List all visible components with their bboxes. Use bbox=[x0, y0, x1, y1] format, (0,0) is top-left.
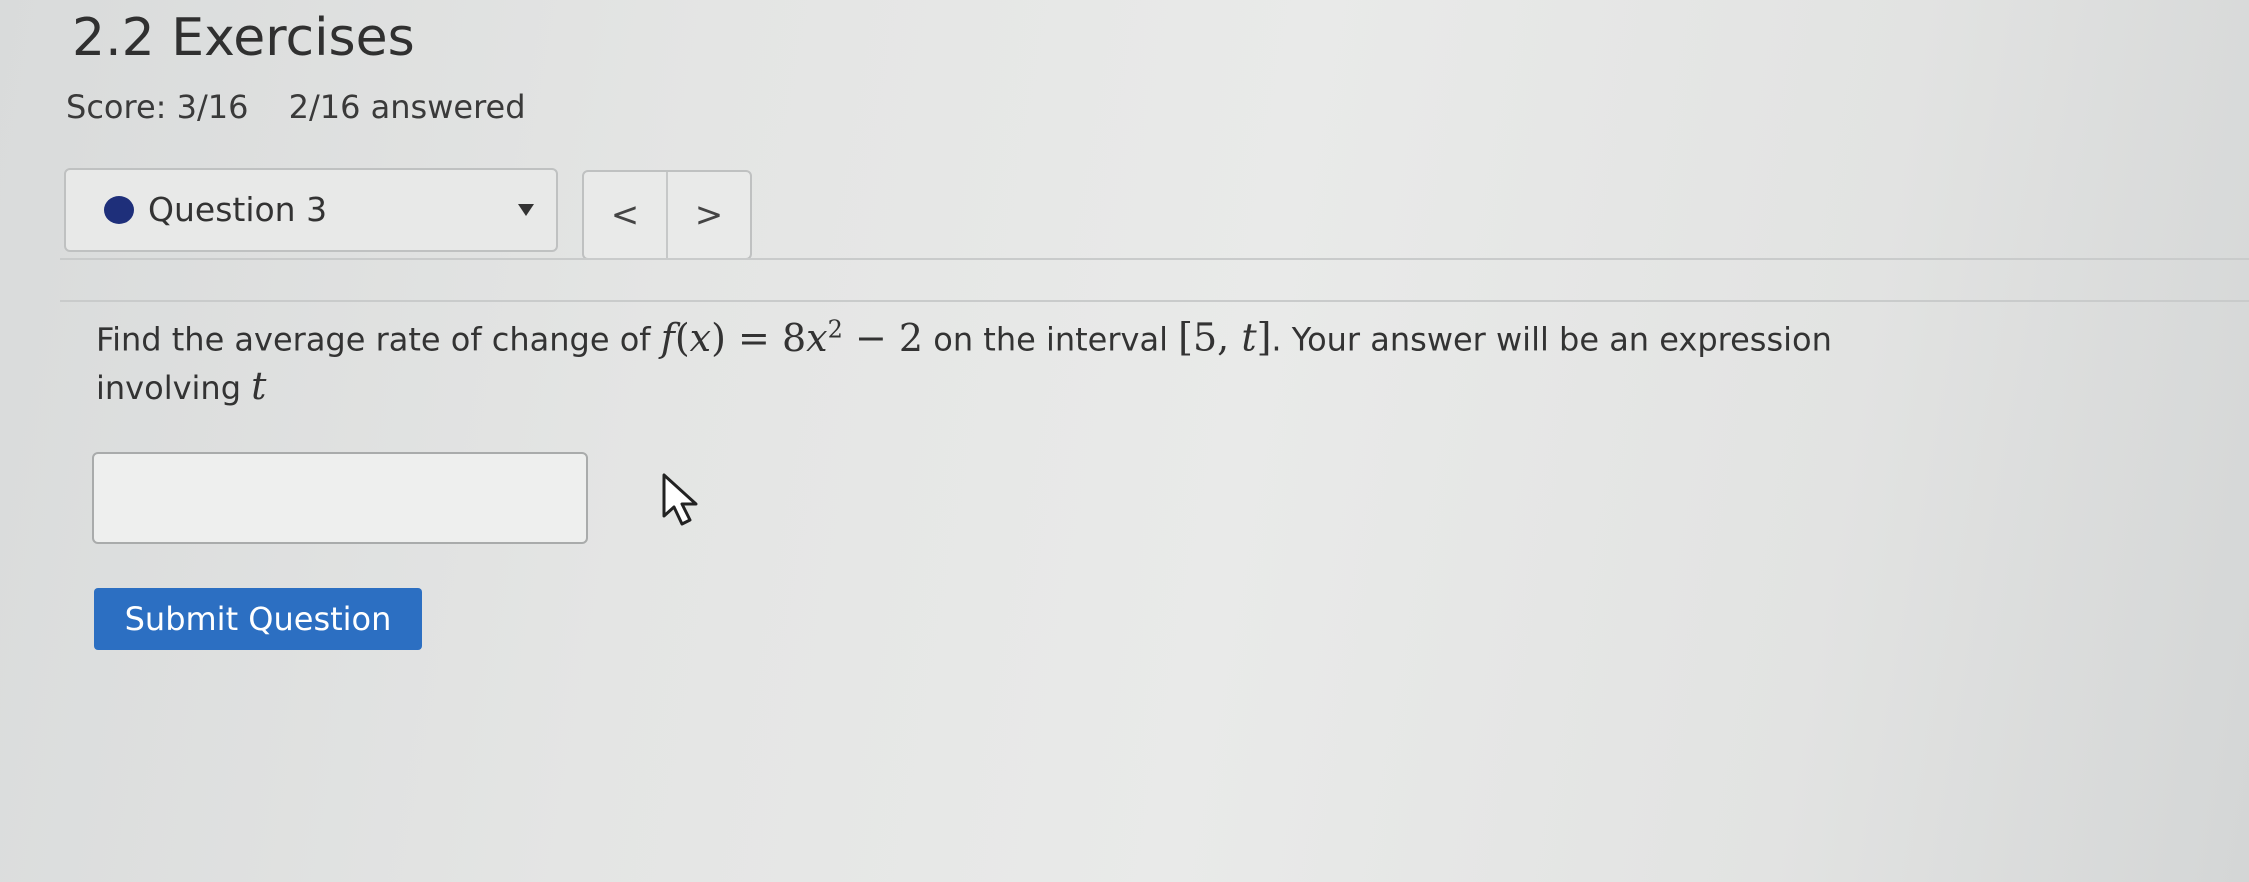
page-title: 2.2 Exercises bbox=[72, 8, 415, 68]
question-divider bbox=[60, 300, 2249, 302]
previous-question-button[interactable]: < bbox=[584, 172, 666, 258]
score-summary: Score: 3/16 2/16 answered bbox=[66, 88, 556, 126]
question-selector-dropdown[interactable]: Question 3 bbox=[64, 168, 558, 252]
answered-count: 2/16 answered bbox=[288, 88, 526, 126]
question-status-dot-icon bbox=[104, 196, 134, 224]
question-text: Find the average rate of change of f(x) … bbox=[96, 306, 1936, 411]
variable-t: t bbox=[251, 363, 267, 408]
answer-input[interactable] bbox=[92, 452, 588, 544]
function-expression: f(x) = 8x2 − 2 bbox=[660, 315, 924, 360]
interval-expression: [5, t] bbox=[1178, 315, 1272, 360]
section-divider bbox=[60, 258, 2249, 260]
question-text-intro: Find the average rate of change of bbox=[96, 320, 661, 359]
question-nav-buttons: < > bbox=[582, 170, 752, 260]
question-selector-label: Question 3 bbox=[148, 190, 328, 229]
submit-question-button[interactable]: Submit Question bbox=[94, 588, 422, 650]
score-text: Score: 3/16 bbox=[66, 88, 249, 126]
mouse-pointer-icon bbox=[662, 473, 698, 526]
caret-down-icon bbox=[518, 204, 534, 216]
question-text-middle: on the interval bbox=[923, 320, 1179, 359]
next-question-button[interactable]: > bbox=[666, 172, 750, 258]
